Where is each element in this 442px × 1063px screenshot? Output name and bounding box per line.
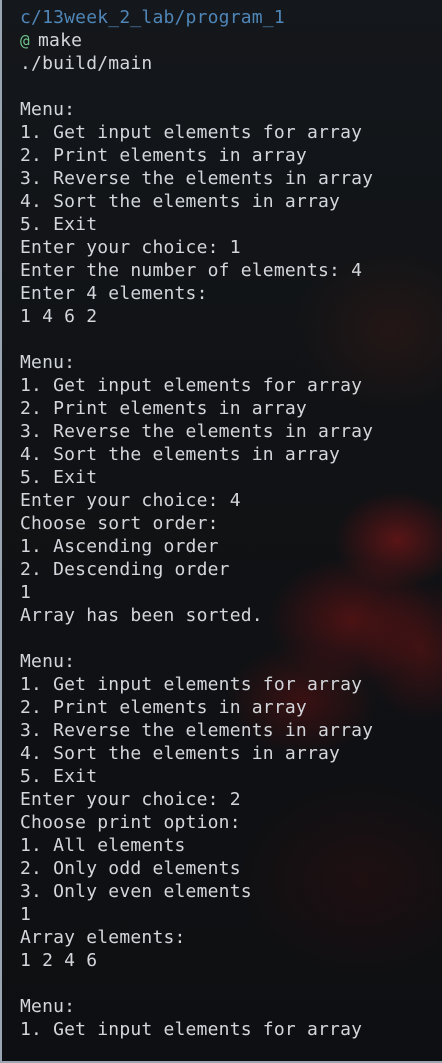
output-line: 5. Exit [20, 214, 98, 235]
output-line: 4. Sort the elements in array [20, 444, 341, 465]
output-line: 1. All elements [20, 835, 186, 856]
current-path: c/13week_2_lab/program_1 [20, 7, 285, 28]
output-line: 1 [20, 582, 32, 603]
output-line: Choose sort order: [20, 513, 219, 534]
command-line: @ make [20, 29, 436, 52]
output-line: 2. Print elements in array [20, 398, 307, 419]
command-text: make [38, 30, 83, 51]
output-line: 1. Get input elements for array [20, 1019, 363, 1040]
terminal-output: c/13week_2_lab/program_1 @ make ./build/m… [20, 6, 436, 1041]
output-line: 1 2 4 6 [20, 950, 98, 971]
output-line: Enter the number of elements: 4 [20, 260, 363, 281]
output-line: 1 [20, 904, 32, 925]
output-line: Enter your choice: 4 [20, 490, 241, 511]
output-line: 2. Descending order [20, 559, 230, 580]
output-line: 3. Only even elements [20, 881, 252, 902]
output-line: 3. Reverse the elements in array [20, 421, 374, 442]
output-line: 3. Reverse the elements in array [20, 168, 374, 189]
output-line: 3. Reverse the elements in array [20, 720, 374, 741]
output-line: 1. Get input elements for array [20, 375, 363, 396]
output-line: 5. Exit [20, 467, 98, 488]
output-line: Menu: [20, 996, 76, 1017]
output-line: 2. Only odd elements [20, 858, 241, 879]
output-line: Enter your choice: 2 [20, 789, 241, 810]
output-line: 4. Sort the elements in array [20, 743, 341, 764]
output-line: 1. Get input elements for array [20, 674, 363, 695]
output-line: 1. Ascending order [20, 536, 219, 557]
output-line: 1 4 6 2 [20, 306, 98, 327]
output-line: 5. Exit [20, 766, 98, 787]
output-line: Menu: [20, 99, 76, 120]
output-line: Menu: [20, 352, 76, 373]
prompt-icon: @ [20, 31, 30, 50]
output-line: 1. Get input elements for array [20, 122, 363, 143]
terminal-window[interactable]: c/13week_2_lab/program_1 @ make ./build/m… [0, 0, 442, 1063]
output-line: 4. Sort the elements in array [20, 191, 341, 212]
program-output: ./build/main Menu: 1. Get input elements f… [20, 52, 436, 1041]
output-line: Array elements: [20, 927, 186, 948]
output-line: Choose print option: [20, 812, 241, 833]
output-line: Enter 4 elements: [20, 283, 208, 304]
output-line: Array has been sorted. [20, 605, 263, 626]
output-line: 2. Print elements in array [20, 145, 307, 166]
output-line: 2. Print elements in array [20, 697, 307, 718]
output-line: ./build/main [20, 53, 153, 74]
output-line: Enter your choice: 1 [20, 237, 241, 258]
output-line: Menu: [20, 651, 76, 672]
